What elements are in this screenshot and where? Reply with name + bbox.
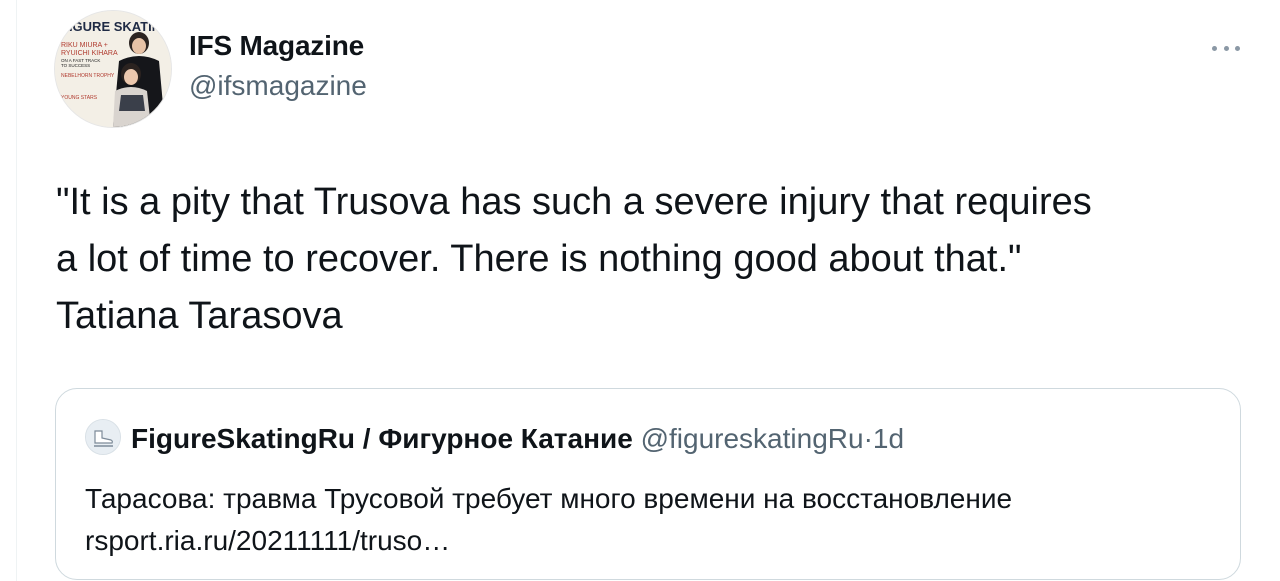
magazine-cover-image: FIGURE SKATING RIKU MIURA + RYUICHI KIHA…	[55, 11, 171, 127]
dot	[1235, 45, 1240, 51]
author-avatar[interactable]: FIGURE SKATING RIKU MIURA + RYUICHI KIHA…	[54, 10, 172, 128]
cover-line: RYUICHI KIHARA	[61, 50, 118, 57]
dot	[1212, 45, 1217, 51]
author-name[interactable]: IFS Magazine	[189, 30, 364, 62]
quoted-link[interactable]: rsport.ria.ru/20211111/truso…	[85, 520, 1215, 562]
quoted-author-handle[interactable]: @figureskatingRu	[641, 423, 864, 454]
quoted-header: FigureSkatingRu / Фигурное Катание @figu…	[131, 423, 904, 455]
dot	[1223, 45, 1229, 51]
quoted-text: Тарасова: травма Трусовой требует много …	[85, 478, 1215, 562]
quoted-timestamp[interactable]: 1d	[873, 423, 904, 454]
separator: ·	[863, 423, 873, 454]
quoted-author-avatar[interactable]	[85, 419, 121, 455]
more-horizontal-icon[interactable]	[1208, 36, 1244, 60]
cover-line: YOUNG STARS	[61, 95, 98, 101]
cover-line: TO SUCCESS	[61, 63, 90, 68]
tweet[interactable]: FIGURE SKATING RIKU MIURA + RYUICHI KIHA…	[0, 0, 1280, 581]
tweet-text: "It is a pity that Trusova has such a se…	[56, 181, 1092, 337]
skate-icon	[86, 420, 120, 454]
author-handle[interactable]: @ifsmagazine	[189, 70, 367, 102]
quoted-text-line: Тарасова: травма Трусовой требует много …	[85, 483, 1013, 514]
cover-line: RIKU MIURA +	[61, 42, 108, 49]
quoted-author-name[interactable]: FigureSkatingRu / Фигурное Катание	[131, 423, 633, 454]
quoted-tweet[interactable]: FigureSkatingRu / Фигурное Катание @figu…	[55, 388, 1241, 580]
cover-line: NEBELHORN TROPHY	[61, 73, 115, 79]
cover-masthead: FIGURE SKATING	[61, 19, 171, 34]
